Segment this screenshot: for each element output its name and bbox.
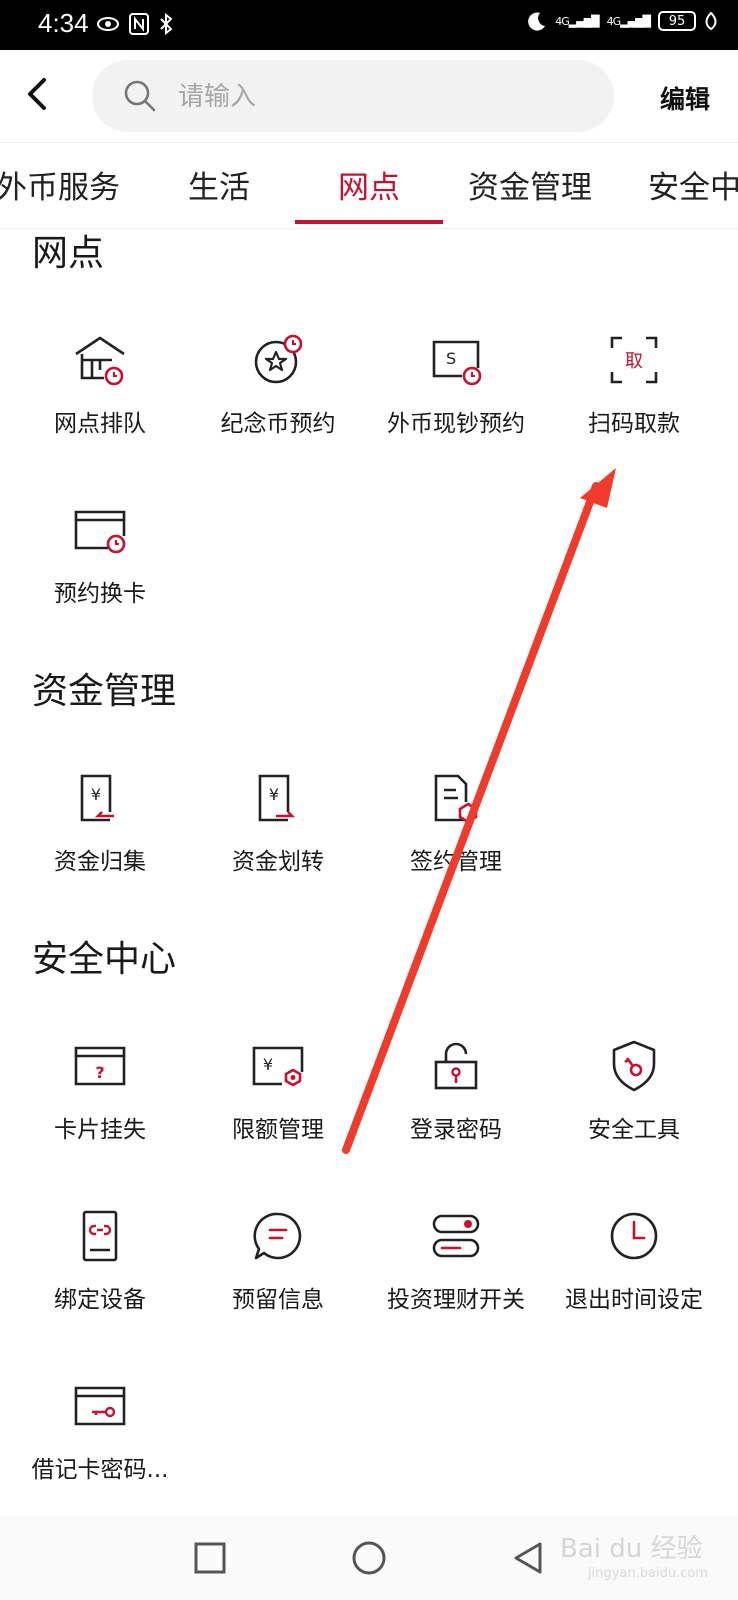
tab-life[interactable]: 生活: [188, 162, 250, 207]
moon-icon: [528, 12, 546, 31]
service-fund-collect[interactable]: ¥ 资金归集: [10, 768, 190, 876]
service-debit-card-password[interactable]: 借记卡密码...: [10, 1376, 190, 1484]
item-label: 网点排队: [54, 411, 146, 437]
item-label: 外币现钞预约: [387, 411, 525, 437]
eye-icon: [97, 17, 119, 31]
item-label: 投资理财开关: [387, 1287, 525, 1313]
message-icon: [253, 1212, 302, 1260]
bank-queue-icon: [75, 336, 125, 386]
service-device-bind[interactable]: 绑定设备: [10, 1206, 190, 1314]
service-security-tools[interactable]: 安全工具: [544, 1036, 724, 1144]
item-label: 退出时间设定: [565, 1287, 703, 1313]
svg-text:¥: ¥: [269, 785, 279, 804]
item-label: 限额管理: [232, 1117, 324, 1143]
svg-text:¥: ¥: [91, 785, 101, 804]
back-arrow-icon[interactable]: [18, 74, 58, 114]
bluetooth-icon: [160, 12, 173, 36]
svg-text:?: ?: [95, 1063, 104, 1082]
search-icon: [124, 80, 156, 112]
contract-icon: [434, 774, 478, 824]
header: 编辑: [0, 50, 738, 143]
watermark-url: jingyan.baidu.com: [588, 1566, 708, 1581]
home-circle-icon[interactable]: [347, 1536, 391, 1580]
item-label: 签约管理: [410, 849, 502, 875]
service-scan-withdraw[interactable]: 取 扫码取款: [544, 330, 724, 438]
section-title-security-center: 安全中心: [32, 939, 177, 980]
tab-fund-management[interactable]: 资金管理: [468, 162, 592, 207]
svg-text:取: 取: [625, 351, 643, 372]
foreign-cash-icon: S: [432, 340, 482, 386]
search-input[interactable]: [176, 76, 580, 118]
item-label: 预约换卡: [54, 581, 146, 607]
status-time: 4:34: [38, 8, 89, 38]
section-title-outlets: 网点: [32, 233, 105, 274]
edit-button[interactable]: 编辑: [660, 80, 710, 116]
item-label: 登录密码: [410, 1117, 502, 1143]
toggle-switch-icon: [432, 1214, 480, 1258]
item-label: 绑定设备: [54, 1287, 146, 1313]
signal-2-icon: 4G▂▄▆█: [606, 14, 651, 28]
item-label: 安全工具: [588, 1117, 680, 1143]
item-label: 卡片挂失: [54, 1117, 146, 1143]
leaf-icon: [705, 11, 717, 31]
card-replace-icon: [74, 510, 126, 554]
commemorative-coin-icon: [254, 334, 303, 384]
limit-icon: ¥: [252, 1046, 304, 1087]
card-loss-icon: ?: [74, 1046, 126, 1086]
tab-bar: 外币服务 生活 网点 资金管理 安全中: [0, 142, 738, 229]
item-label: 资金归集: [54, 849, 146, 875]
service-logout-time[interactable]: 退出时间设定: [544, 1206, 724, 1314]
login-lock-icon: [434, 1042, 478, 1090]
tab-foreign-currency[interactable]: 外币服务: [0, 162, 120, 207]
fund-collect-icon: ¥: [80, 774, 114, 822]
item-label: 预留信息: [232, 1287, 324, 1313]
status-bar: 4:34 4G▂▄▆█ 4G▂▄▆█ 95: [0, 0, 738, 50]
service-fund-transfer[interactable]: ¥ 资金划转: [188, 768, 368, 876]
service-commemorative-coin[interactable]: 纪念币预约: [188, 330, 368, 438]
tab-security-center[interactable]: 安全中: [648, 162, 738, 207]
recent-apps-icon[interactable]: [188, 1536, 232, 1580]
svg-text:¥: ¥: [263, 1055, 273, 1074]
item-label: 扫码取款: [588, 411, 680, 437]
service-investment-switch[interactable]: 投资理财开关: [366, 1206, 546, 1314]
service-bank-queue[interactable]: 网点排队: [10, 330, 190, 438]
service-foreign-cash[interactable]: S 外币现钞预约: [366, 330, 546, 438]
service-contract[interactable]: 签约管理: [366, 768, 546, 876]
back-triangle-icon[interactable]: [506, 1536, 550, 1580]
service-login-password[interactable]: 登录密码: [366, 1036, 546, 1144]
search-box[interactable]: [92, 60, 614, 132]
service-card-replace[interactable]: 预约换卡: [10, 500, 190, 608]
item-label: 借记卡密码...: [31, 1457, 169, 1483]
clock-icon: [610, 1212, 658, 1260]
item-label: 资金划转: [232, 849, 324, 875]
item-label: 纪念币预约: [220, 411, 336, 437]
active-tab-indicator: [295, 220, 443, 224]
fund-transfer-icon: ¥: [258, 774, 296, 822]
device-bind-icon: [82, 1210, 118, 1262]
tab-outlets[interactable]: 网点: [338, 162, 400, 207]
watermark: Bai du 经验: [560, 1534, 703, 1564]
svg-text:S: S: [446, 349, 456, 368]
shield-key-icon: [612, 1040, 656, 1092]
scan-withdraw-icon: 取: [610, 336, 658, 384]
service-reserved-info[interactable]: 预留信息: [188, 1206, 368, 1314]
service-limit[interactable]: ¥ 限额管理: [188, 1036, 368, 1144]
signal-1-icon: 4G▂▄▆█: [555, 14, 599, 28]
section-title-fund-management: 资金管理: [32, 671, 177, 712]
service-card-loss[interactable]: ? 卡片挂失: [10, 1036, 190, 1144]
debit-card-key-icon: [74, 1386, 126, 1426]
nfc-icon: [129, 13, 149, 35]
battery-icon: 95: [658, 11, 696, 31]
